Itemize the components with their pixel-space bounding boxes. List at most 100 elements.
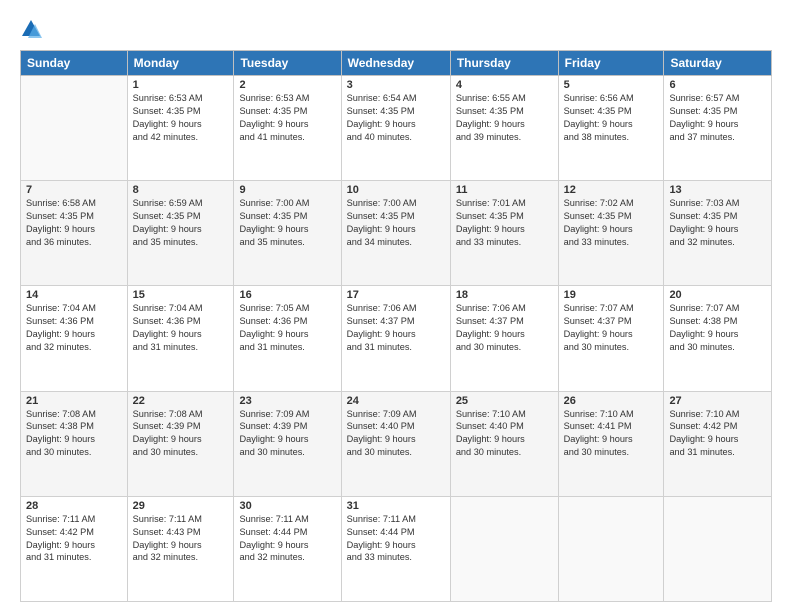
day-number: 28 (26, 500, 122, 512)
calendar-cell: 20Sunrise: 7:07 AMSunset: 4:38 PMDayligh… (664, 286, 772, 391)
calendar-cell (664, 496, 772, 601)
calendar-cell: 3Sunrise: 6:54 AMSunset: 4:35 PMDaylight… (341, 76, 450, 181)
day-number: 15 (133, 289, 229, 301)
calendar-cell (21, 76, 128, 181)
day-number: 4 (456, 79, 553, 91)
calendar-header-sunday: Sunday (21, 51, 128, 76)
cell-content: Sunrise: 7:08 AMSunset: 4:39 PMDaylight:… (133, 408, 229, 460)
calendar-cell: 16Sunrise: 7:05 AMSunset: 4:36 PMDayligh… (234, 286, 341, 391)
day-number: 9 (239, 184, 335, 196)
cell-content: Sunrise: 6:54 AMSunset: 4:35 PMDaylight:… (347, 92, 445, 144)
cell-content: Sunrise: 7:10 AMSunset: 4:41 PMDaylight:… (564, 408, 659, 460)
calendar-cell: 21Sunrise: 7:08 AMSunset: 4:38 PMDayligh… (21, 391, 128, 496)
calendar-cell: 10Sunrise: 7:00 AMSunset: 4:35 PMDayligh… (341, 181, 450, 286)
calendar-cell: 24Sunrise: 7:09 AMSunset: 4:40 PMDayligh… (341, 391, 450, 496)
calendar-cell: 2Sunrise: 6:53 AMSunset: 4:35 PMDaylight… (234, 76, 341, 181)
cell-content: Sunrise: 7:05 AMSunset: 4:36 PMDaylight:… (239, 302, 335, 354)
calendar-header-row: SundayMondayTuesdayWednesdayThursdayFrid… (21, 51, 772, 76)
calendar-cell: 6Sunrise: 6:57 AMSunset: 4:35 PMDaylight… (664, 76, 772, 181)
calendar-cell: 22Sunrise: 7:08 AMSunset: 4:39 PMDayligh… (127, 391, 234, 496)
calendar-cell (450, 496, 558, 601)
calendar-cell: 15Sunrise: 7:04 AMSunset: 4:36 PMDayligh… (127, 286, 234, 391)
day-number: 25 (456, 395, 553, 407)
calendar-cell: 30Sunrise: 7:11 AMSunset: 4:44 PMDayligh… (234, 496, 341, 601)
day-number: 22 (133, 395, 229, 407)
day-number: 2 (239, 79, 335, 91)
cell-content: Sunrise: 7:00 AMSunset: 4:35 PMDaylight:… (239, 197, 335, 249)
calendar-cell: 13Sunrise: 7:03 AMSunset: 4:35 PMDayligh… (664, 181, 772, 286)
calendar-header-monday: Monday (127, 51, 234, 76)
cell-content: Sunrise: 7:03 AMSunset: 4:35 PMDaylight:… (669, 197, 766, 249)
cell-content: Sunrise: 6:53 AMSunset: 4:35 PMDaylight:… (133, 92, 229, 144)
logo-icon (20, 18, 42, 40)
day-number: 5 (564, 79, 659, 91)
day-number: 3 (347, 79, 445, 91)
calendar-header-tuesday: Tuesday (234, 51, 341, 76)
cell-content: Sunrise: 7:11 AMSunset: 4:43 PMDaylight:… (133, 513, 229, 565)
cell-content: Sunrise: 6:55 AMSunset: 4:35 PMDaylight:… (456, 92, 553, 144)
calendar-cell: 14Sunrise: 7:04 AMSunset: 4:36 PMDayligh… (21, 286, 128, 391)
calendar-cell: 31Sunrise: 7:11 AMSunset: 4:44 PMDayligh… (341, 496, 450, 601)
calendar-cell: 1Sunrise: 6:53 AMSunset: 4:35 PMDaylight… (127, 76, 234, 181)
calendar-cell: 28Sunrise: 7:11 AMSunset: 4:42 PMDayligh… (21, 496, 128, 601)
header (20, 18, 772, 40)
cell-content: Sunrise: 6:56 AMSunset: 4:35 PMDaylight:… (564, 92, 659, 144)
calendar-cell (558, 496, 664, 601)
day-number: 14 (26, 289, 122, 301)
day-number: 1 (133, 79, 229, 91)
calendar-header-wednesday: Wednesday (341, 51, 450, 76)
cell-content: Sunrise: 7:11 AMSunset: 4:42 PMDaylight:… (26, 513, 122, 565)
day-number: 12 (564, 184, 659, 196)
cell-content: Sunrise: 7:00 AMSunset: 4:35 PMDaylight:… (347, 197, 445, 249)
calendar-week-2: 7Sunrise: 6:58 AMSunset: 4:35 PMDaylight… (21, 181, 772, 286)
calendar-cell: 18Sunrise: 7:06 AMSunset: 4:37 PMDayligh… (450, 286, 558, 391)
day-number: 21 (26, 395, 122, 407)
calendar-cell: 8Sunrise: 6:59 AMSunset: 4:35 PMDaylight… (127, 181, 234, 286)
day-number: 17 (347, 289, 445, 301)
day-number: 10 (347, 184, 445, 196)
day-number: 11 (456, 184, 553, 196)
day-number: 27 (669, 395, 766, 407)
day-number: 18 (456, 289, 553, 301)
cell-content: Sunrise: 7:11 AMSunset: 4:44 PMDaylight:… (239, 513, 335, 565)
day-number: 16 (239, 289, 335, 301)
cell-content: Sunrise: 6:57 AMSunset: 4:35 PMDaylight:… (669, 92, 766, 144)
cell-content: Sunrise: 6:58 AMSunset: 4:35 PMDaylight:… (26, 197, 122, 249)
cell-content: Sunrise: 7:06 AMSunset: 4:37 PMDaylight:… (456, 302, 553, 354)
day-number: 19 (564, 289, 659, 301)
calendar-cell: 25Sunrise: 7:10 AMSunset: 4:40 PMDayligh… (450, 391, 558, 496)
calendar-cell: 19Sunrise: 7:07 AMSunset: 4:37 PMDayligh… (558, 286, 664, 391)
calendar-cell: 27Sunrise: 7:10 AMSunset: 4:42 PMDayligh… (664, 391, 772, 496)
day-number: 6 (669, 79, 766, 91)
logo (20, 18, 46, 40)
day-number: 24 (347, 395, 445, 407)
day-number: 13 (669, 184, 766, 196)
calendar: SundayMondayTuesdayWednesdayThursdayFrid… (20, 50, 772, 602)
calendar-cell: 9Sunrise: 7:00 AMSunset: 4:35 PMDaylight… (234, 181, 341, 286)
cell-content: Sunrise: 7:02 AMSunset: 4:35 PMDaylight:… (564, 197, 659, 249)
cell-content: Sunrise: 6:59 AMSunset: 4:35 PMDaylight:… (133, 197, 229, 249)
calendar-cell: 29Sunrise: 7:11 AMSunset: 4:43 PMDayligh… (127, 496, 234, 601)
day-number: 8 (133, 184, 229, 196)
day-number: 26 (564, 395, 659, 407)
day-number: 7 (26, 184, 122, 196)
cell-content: Sunrise: 7:09 AMSunset: 4:40 PMDaylight:… (347, 408, 445, 460)
cell-content: Sunrise: 7:10 AMSunset: 4:40 PMDaylight:… (456, 408, 553, 460)
day-number: 31 (347, 500, 445, 512)
cell-content: Sunrise: 7:04 AMSunset: 4:36 PMDaylight:… (133, 302, 229, 354)
calendar-week-5: 28Sunrise: 7:11 AMSunset: 4:42 PMDayligh… (21, 496, 772, 601)
calendar-week-4: 21Sunrise: 7:08 AMSunset: 4:38 PMDayligh… (21, 391, 772, 496)
calendar-header-thursday: Thursday (450, 51, 558, 76)
cell-content: Sunrise: 7:08 AMSunset: 4:38 PMDaylight:… (26, 408, 122, 460)
calendar-week-3: 14 Sunrise: 7:04 AMSunset: 4:36 PMDayligh… (21, 286, 772, 391)
cell-content: Sunrise: 7:07 AMSunset: 4:38 PMDaylight:… (669, 302, 766, 354)
cell-content: Sunrise: 7:09 AMSunset: 4:39 PMDaylight:… (239, 408, 335, 460)
calendar-cell: 12Sunrise: 7:02 AMSunset: 4:35 PMDayligh… (558, 181, 664, 286)
calendar-week-1: 1Sunrise: 6:53 AMSunset: 4:35 PMDaylight… (21, 76, 772, 181)
cell-content: Sunrise: 7:01 AMSunset: 4:35 PMDaylight:… (456, 197, 553, 249)
calendar-cell: 11Sunrise: 7:01 AMSunset: 4:35 PMDayligh… (450, 181, 558, 286)
cell-content: Sunrise: 7:10 AMSunset: 4:42 PMDaylight:… (669, 408, 766, 460)
day-number: 30 (239, 500, 335, 512)
calendar-cell: 5Sunrise: 6:56 AMSunset: 4:35 PMDaylight… (558, 76, 664, 181)
day-number: 29 (133, 500, 229, 512)
